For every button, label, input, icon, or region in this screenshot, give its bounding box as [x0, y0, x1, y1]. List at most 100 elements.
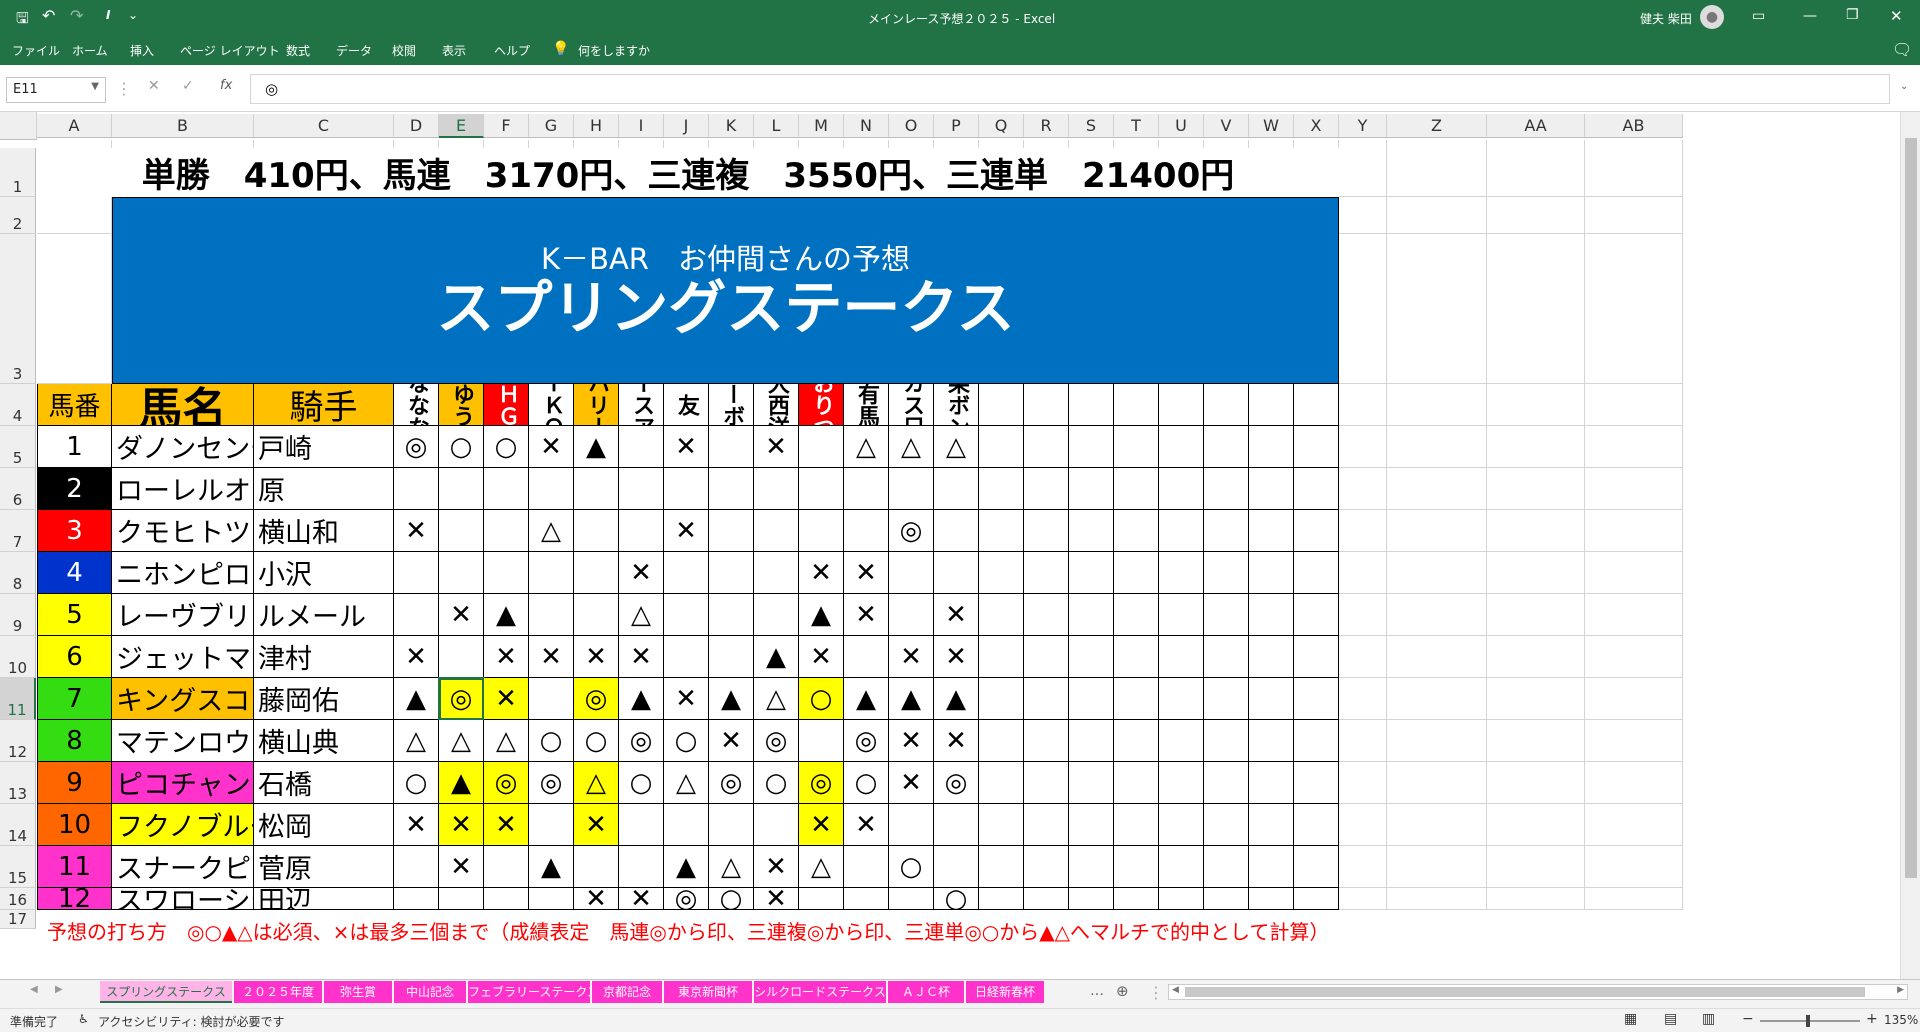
prediction-mark-cell[interactable]: ▲: [889, 678, 934, 720]
prediction-mark-cell[interactable]: ✕: [889, 762, 934, 804]
row-header-4[interactable]: 4: [0, 384, 36, 426]
prediction-mark-cell[interactable]: [394, 552, 439, 594]
tell-me-box[interactable]: 何をしますか: [578, 42, 650, 59]
forecaster-header[interactable]: おりつ: [799, 384, 844, 426]
empty-cell[interactable]: [1249, 804, 1294, 846]
empty-cell[interactable]: [1024, 426, 1069, 468]
col-header-e[interactable]: E: [439, 114, 484, 138]
empty-cell[interactable]: [1249, 426, 1294, 468]
prediction-mark-cell[interactable]: [439, 510, 484, 552]
prediction-mark-cell[interactable]: ✕: [889, 636, 934, 678]
empty-cell[interactable]: [1069, 636, 1114, 678]
empty-cell[interactable]: [1159, 720, 1204, 762]
empty-cell[interactable]: [1204, 552, 1249, 594]
header-horse-name[interactable]: 馬名: [112, 384, 254, 426]
prediction-mark-cell[interactable]: ✕: [754, 846, 799, 888]
horse-name-cell[interactable]: スナークピカソ: [112, 846, 254, 888]
prediction-mark-cell[interactable]: △: [799, 846, 844, 888]
horse-number-cell[interactable]: 4: [37, 552, 112, 594]
page-layout-view-icon[interactable]: ▤: [1664, 1011, 1677, 1027]
save-icon[interactable]: 🖫: [16, 8, 29, 33]
prediction-mark-cell[interactable]: ✕: [619, 888, 664, 910]
prediction-mark-cell[interactable]: ✕: [574, 888, 619, 910]
empty-header-cell[interactable]: [1114, 384, 1159, 426]
user-name[interactable]: 健夫 柴田: [1640, 10, 1692, 27]
forecaster-header[interactable]: ＨＧ: [484, 384, 529, 426]
prediction-mark-cell[interactable]: △: [394, 720, 439, 762]
empty-cell[interactable]: [1024, 594, 1069, 636]
tab-split-icon[interactable]: ⋮: [1148, 983, 1164, 1002]
prediction-mark-cell[interactable]: ✕: [709, 720, 754, 762]
close-icon[interactable]: ✕: [1890, 7, 1903, 25]
empty-header-cell[interactable]: [1249, 384, 1294, 426]
prediction-mark-cell[interactable]: [709, 636, 754, 678]
prediction-mark-cell[interactable]: ✕: [439, 804, 484, 846]
prediction-mark-cell[interactable]: [574, 552, 619, 594]
prediction-mark-cell[interactable]: ✕: [619, 552, 664, 594]
empty-cell[interactable]: [1294, 426, 1339, 468]
empty-cell[interactable]: [1249, 846, 1294, 888]
horse-number-cell[interactable]: 3: [37, 510, 112, 552]
empty-cell[interactable]: [1249, 762, 1294, 804]
insert-function-icon[interactable]: fx: [220, 78, 232, 93]
restore-icon[interactable]: ❐: [1846, 7, 1859, 23]
empty-cell[interactable]: [1114, 636, 1159, 678]
ribbon-display-options-icon[interactable]: ▭: [1752, 8, 1765, 24]
empty-cell[interactable]: [1024, 552, 1069, 594]
row-header-16[interactable]: 16: [0, 888, 36, 910]
prediction-mark-cell[interactable]: ○: [889, 846, 934, 888]
prediction-mark-cell[interactable]: ✕: [889, 720, 934, 762]
col-header-f[interactable]: F: [484, 114, 529, 138]
horizontal-scrollbar[interactable]: ◀ ▶: [1168, 984, 1908, 1000]
col-header-aa[interactable]: AA: [1487, 114, 1585, 138]
prediction-mark-cell[interactable]: △: [529, 510, 574, 552]
empty-cell[interactable]: [1204, 636, 1249, 678]
prediction-mark-cell[interactable]: ✕: [484, 636, 529, 678]
prediction-mark-cell[interactable]: [844, 636, 889, 678]
empty-cell[interactable]: [1294, 468, 1339, 510]
empty-cell[interactable]: [1294, 552, 1339, 594]
jockey-cell[interactable]: 小沢: [254, 552, 394, 594]
prediction-mark-cell[interactable]: ◎: [754, 720, 799, 762]
horse-number-cell[interactable]: 9: [37, 762, 112, 804]
empty-cell[interactable]: [979, 888, 1024, 910]
row-header-7[interactable]: 7: [0, 510, 36, 552]
empty-cell[interactable]: [1294, 804, 1339, 846]
empty-cell[interactable]: [1249, 552, 1294, 594]
row-header-17[interactable]: 17: [0, 910, 36, 929]
empty-cell[interactable]: [1114, 762, 1159, 804]
redo-icon[interactable]: ↷: [70, 6, 83, 25]
empty-cell[interactable]: [1204, 468, 1249, 510]
prediction-mark-cell[interactable]: [709, 468, 754, 510]
prediction-mark-cell[interactable]: [529, 552, 574, 594]
prediction-mark-cell[interactable]: △: [574, 762, 619, 804]
tab-data[interactable]: データ: [336, 42, 372, 59]
empty-header-cell[interactable]: [979, 384, 1024, 426]
row-header-15[interactable]: 15: [0, 846, 36, 888]
empty-cell[interactable]: [979, 678, 1024, 720]
col-header-y[interactable]: Y: [1339, 114, 1387, 138]
tab-formulas[interactable]: 数式: [286, 42, 310, 59]
prediction-mark-cell[interactable]: ✕: [934, 636, 979, 678]
tab-insert[interactable]: 挿入: [130, 42, 154, 59]
prediction-mark-cell[interactable]: [664, 804, 709, 846]
horse-name-cell[interactable]: マテンロウバローズ: [112, 720, 254, 762]
prediction-mark-cell[interactable]: ✕: [484, 678, 529, 720]
minimize-icon[interactable]: —: [1803, 8, 1817, 24]
forecaster-header[interactable]: カス兄: [889, 384, 934, 426]
empty-cell[interactable]: [1204, 846, 1249, 888]
col-header-v[interactable]: V: [1204, 114, 1249, 138]
row-header-8[interactable]: 8: [0, 552, 36, 594]
new-sheet-icon[interactable]: ⊕: [1116, 982, 1129, 1000]
forecaster-header[interactable]: ＴＫＯ: [529, 384, 574, 426]
prediction-mark-cell[interactable]: [799, 468, 844, 510]
name-box[interactable]: E11 ▼: [6, 77, 106, 103]
horse-name-cell[interactable]: レーヴブリリアント: [112, 594, 254, 636]
tab-view[interactable]: 表示: [442, 42, 466, 59]
col-header-s[interactable]: S: [1069, 114, 1114, 138]
empty-cell[interactable]: [979, 762, 1024, 804]
prediction-mark-cell[interactable]: ▲: [484, 594, 529, 636]
row-header-3[interactable]: 3: [0, 234, 36, 384]
empty-header-cell[interactable]: [1204, 384, 1249, 426]
prediction-mark-cell[interactable]: [664, 594, 709, 636]
